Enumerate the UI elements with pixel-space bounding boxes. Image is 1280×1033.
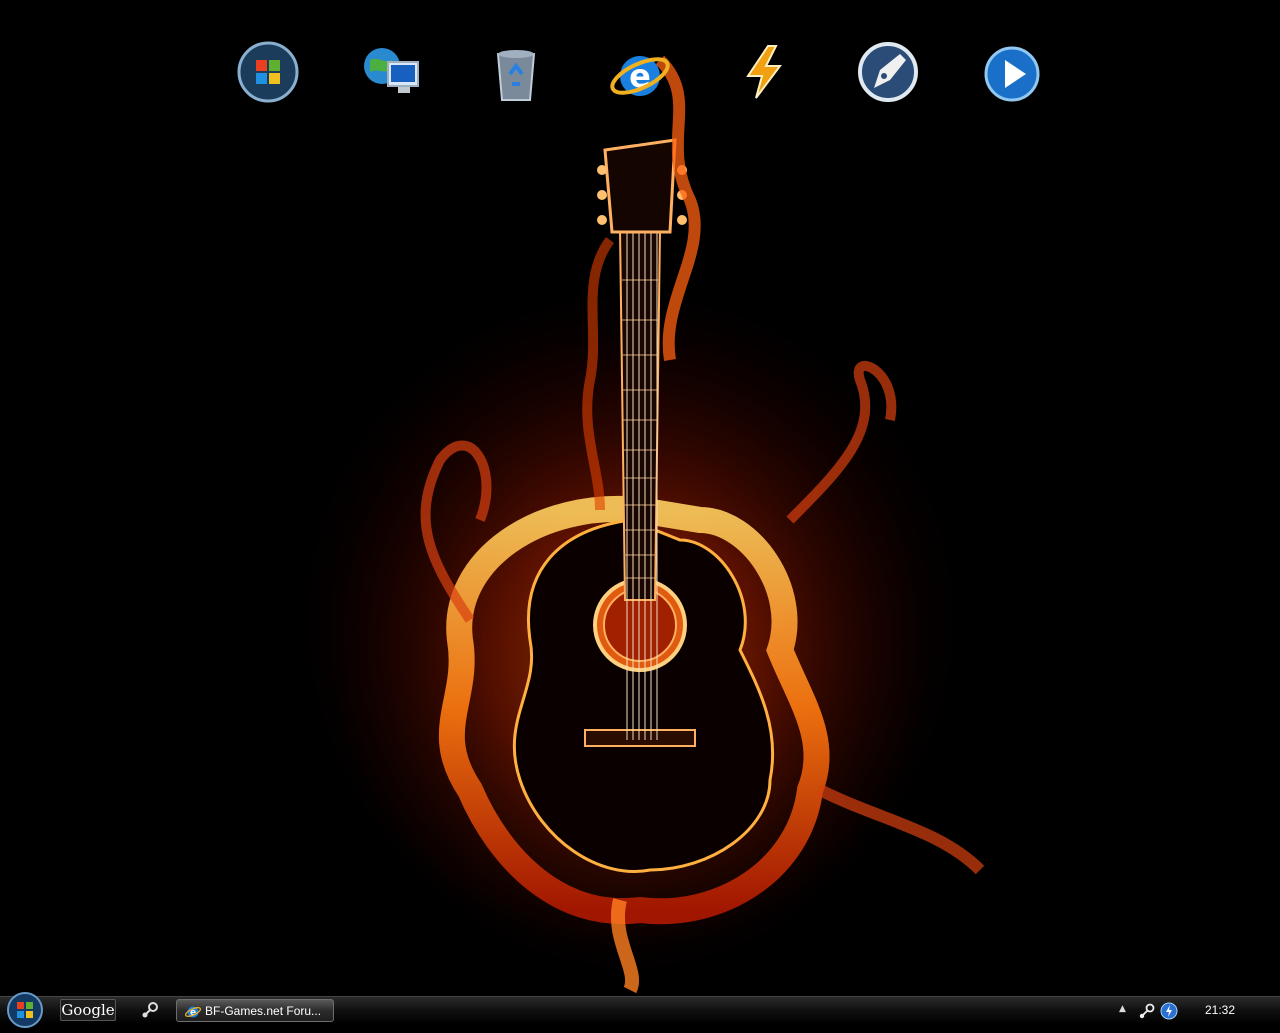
winamp-icon[interactable]	[732, 40, 796, 104]
task-title: BF-Games.net Foru...	[205, 1004, 322, 1018]
steam-icon	[142, 1002, 158, 1018]
clock[interactable]: 21:32	[1205, 1003, 1235, 1017]
guitar-wallpaper	[330, 55, 985, 994]
pen-tool-icon[interactable]	[856, 40, 920, 104]
network-computer-icon[interactable]	[358, 40, 422, 104]
desktop: e	[0, 0, 1280, 996]
google-toolbar-button[interactable]: Google	[60, 999, 116, 1021]
internet-explorer-icon: e	[185, 1006, 201, 1018]
windows-start-icon[interactable]	[236, 40, 300, 104]
recycle-bin-icon[interactable]	[484, 40, 548, 104]
internet-explorer-icon[interactable]: e	[608, 40, 672, 104]
start-button[interactable]	[6, 991, 44, 1029]
show-hidden-icons-button[interactable]: ▲	[1119, 1004, 1129, 1016]
tray-update-icon[interactable]	[1160, 1002, 1178, 1020]
google-label: Google	[61, 1001, 115, 1019]
tray-steam-icon[interactable]	[1138, 1002, 1156, 1020]
taskbar: Google e BF-Games.net Foru... ▲ 21:32	[0, 992, 1280, 1028]
system-tray: ▲ 21:32	[1115, 997, 1280, 1024]
windows-logo-icon	[7, 992, 43, 1028]
taskbar-window-button[interactable]: e BF-Games.net Foru...	[176, 999, 334, 1022]
quick-launch-steam[interactable]	[140, 1001, 160, 1019]
media-player-icon[interactable]	[980, 40, 1044, 104]
